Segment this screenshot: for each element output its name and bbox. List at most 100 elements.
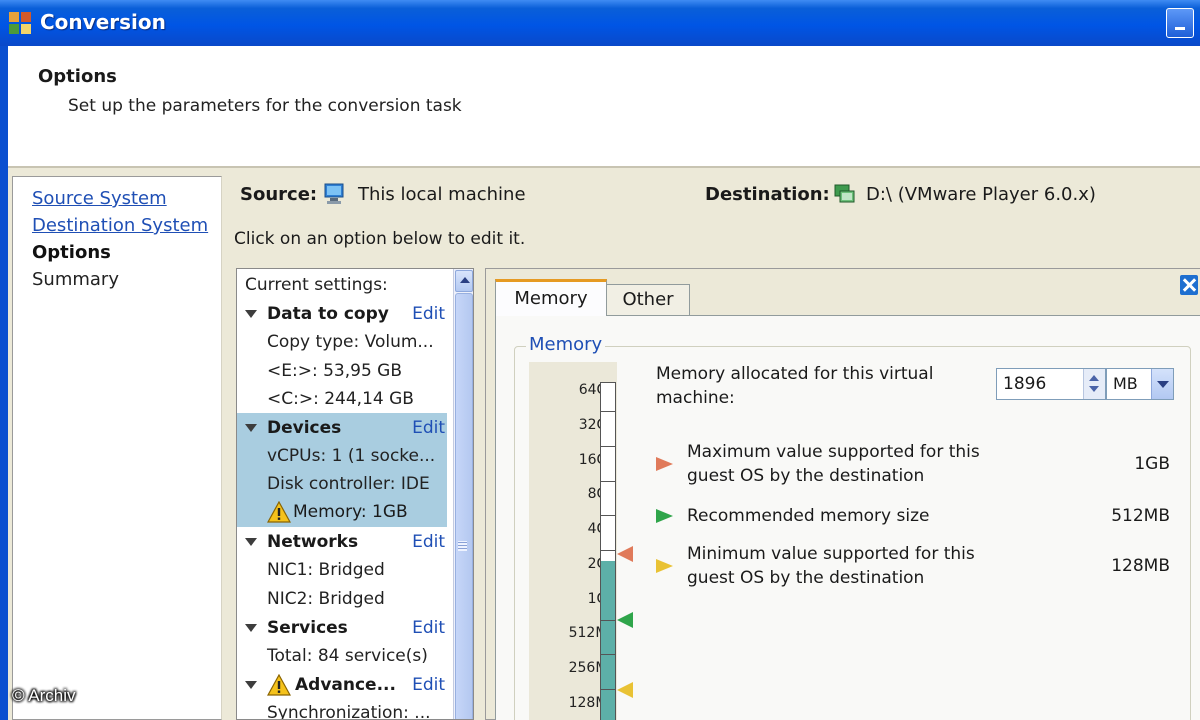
list-item: NIC2: Bridged <box>237 585 453 613</box>
collapse-triangle-icon[interactable] <box>245 681 257 689</box>
scale-divider <box>601 689 615 690</box>
item-text: Disk controller: IDE <box>267 474 430 494</box>
destination-value: D:\ (VMware Player 6.0.x) <box>866 184 1096 205</box>
list-item: Copy type: Volum... <box>237 328 453 356</box>
legend-text: Minimum value supported for this guest O… <box>687 544 975 588</box>
collapse-triangle-icon[interactable] <box>245 424 257 432</box>
window-frame <box>0 46 8 720</box>
scale-divider <box>601 550 615 551</box>
legend-text: Maximum value supported for this guest O… <box>687 442 980 486</box>
page-title: Options <box>38 66 117 87</box>
collapse-triangle-icon[interactable] <box>245 310 257 318</box>
settings-header: Current settings: <box>245 275 388 295</box>
legend-value: 128MB <box>1111 556 1170 576</box>
tab-memory[interactable]: Memory <box>495 279 607 316</box>
memory-slider[interactable] <box>600 382 616 720</box>
instruction-text: Click on an option below to edit it. <box>234 229 526 249</box>
item-text: <E:>: 53,95 GB <box>267 361 402 381</box>
item-text: NIC1: Bridged <box>267 560 385 580</box>
group-row-networks[interactable]: Networks Edit <box>237 528 453 556</box>
group-title: Services <box>267 618 348 638</box>
max-marker-icon <box>617 546 633 562</box>
scale-divider <box>601 446 615 447</box>
scale-divider <box>601 620 615 621</box>
vm-icon <box>834 184 855 203</box>
list-item: NIC1: Bridged <box>237 556 453 584</box>
legend-value: 1GB <box>1134 454 1170 474</box>
tab-other[interactable]: Other <box>606 284 690 315</box>
warning-icon <box>267 501 291 523</box>
list-item: Total: 84 service(s) <box>237 642 453 670</box>
list-item: <C:>: 244,14 GB <box>237 385 453 413</box>
group-row-devices[interactable]: Devices Edit <box>237 414 453 442</box>
nav-item-source-system[interactable]: Source System <box>32 188 167 209</box>
settings-list: Current settings: Data to copy Edit Copy… <box>236 268 474 720</box>
source-label: Source: <box>240 184 318 205</box>
memory-value: 1896 <box>1003 374 1047 394</box>
edit-link[interactable]: Edit <box>412 671 445 699</box>
item-text: Copy type: Volum... <box>267 332 434 352</box>
memory-panel: Memory Other Memory 64GB 32GB 16GB 8GB 4… <box>485 268 1200 720</box>
scroll-up-arrow-icon[interactable] <box>455 270 473 292</box>
item-text: NIC2: Bridged <box>267 589 385 609</box>
max-triangle-icon <box>656 457 673 471</box>
collapse-triangle-icon[interactable] <box>245 624 257 632</box>
scale-divider <box>601 411 615 412</box>
scale-divider <box>601 654 615 655</box>
scroll-thumb[interactable] <box>455 293 473 719</box>
watermark: © Archiv <box>12 686 76 705</box>
computer-icon <box>324 183 344 204</box>
settings-scrollbar[interactable] <box>453 269 473 719</box>
item-text: Memory: 1GB <box>293 502 408 522</box>
memory-allocated-label: Memory allocated for this virtual machin… <box>656 364 934 408</box>
wizard-header: Options Set up the parameters for the co… <box>8 46 1200 168</box>
groupbox-title: Memory <box>526 334 606 355</box>
group-title: Networks <box>267 532 359 552</box>
legend-text: Recommended memory size <box>687 506 930 526</box>
recommended-triangle-icon <box>656 509 673 523</box>
edit-link[interactable]: Edit <box>412 528 445 556</box>
scale-divider <box>601 481 615 482</box>
item-text: Total: 84 service(s) <box>267 646 428 666</box>
recommended-marker-icon <box>617 612 633 628</box>
unit-value: MB <box>1113 374 1138 393</box>
collapse-triangle-icon[interactable] <box>245 538 257 546</box>
app-icon <box>9 12 31 34</box>
settings-header-row: Current settings: <box>237 271 453 299</box>
legend-value: 512MB <box>1111 506 1170 526</box>
list-item: Memory: 1GB <box>237 498 453 526</box>
item-text: vCPUs: 1 (1 socke... <box>267 446 436 466</box>
list-item: Synchronization: ... <box>237 699 453 720</box>
warning-icon <box>267 674 291 696</box>
source-value: This local machine <box>358 184 526 205</box>
edit-link[interactable]: Edit <box>412 300 445 328</box>
min-marker-icon <box>617 682 633 698</box>
edit-link[interactable]: Edit <box>412 614 445 642</box>
scroll-grip-icon <box>458 541 467 551</box>
page-subtitle: Set up the parameters for the conversion… <box>68 96 462 116</box>
spin-arrows-icon[interactable] <box>1083 369 1105 399</box>
group-row-advanced[interactable]: Advance... Edit <box>237 671 453 699</box>
nav-item-options: Options <box>32 242 111 263</box>
memory-spinbox[interactable]: 1896 <box>996 368 1106 400</box>
item-text: Synchronization: ... <box>267 703 431 720</box>
close-icon[interactable] <box>1180 275 1198 295</box>
nav-item-destination-system[interactable]: Destination System <box>32 215 208 236</box>
minimize-button[interactable] <box>1166 8 1194 38</box>
list-item: <E:>: 53,95 GB <box>237 357 453 385</box>
tab-content: Memory 64GB 32GB 16GB 8GB 4GB 2GB 1GB 51… <box>495 315 1200 720</box>
title-bar: Conversion <box>0 0 1200 46</box>
group-row-services[interactable]: Services Edit <box>237 614 453 642</box>
scale-divider <box>601 515 615 516</box>
chevron-down-icon[interactable] <box>1151 369 1173 399</box>
group-title: Data to copy <box>267 304 389 324</box>
group-title: Advance... <box>295 675 396 695</box>
item-text: <C:>: 244,14 GB <box>267 389 414 409</box>
min-triangle-icon <box>656 559 673 573</box>
memory-unit-select[interactable]: MB <box>1106 368 1174 400</box>
edit-link[interactable]: Edit <box>412 414 445 442</box>
group-row-data-to-copy[interactable]: Data to copy Edit <box>237 300 453 328</box>
memory-fill <box>601 561 615 720</box>
window-title: Conversion <box>40 10 166 34</box>
list-item: vCPUs: 1 (1 socke... <box>237 442 453 470</box>
